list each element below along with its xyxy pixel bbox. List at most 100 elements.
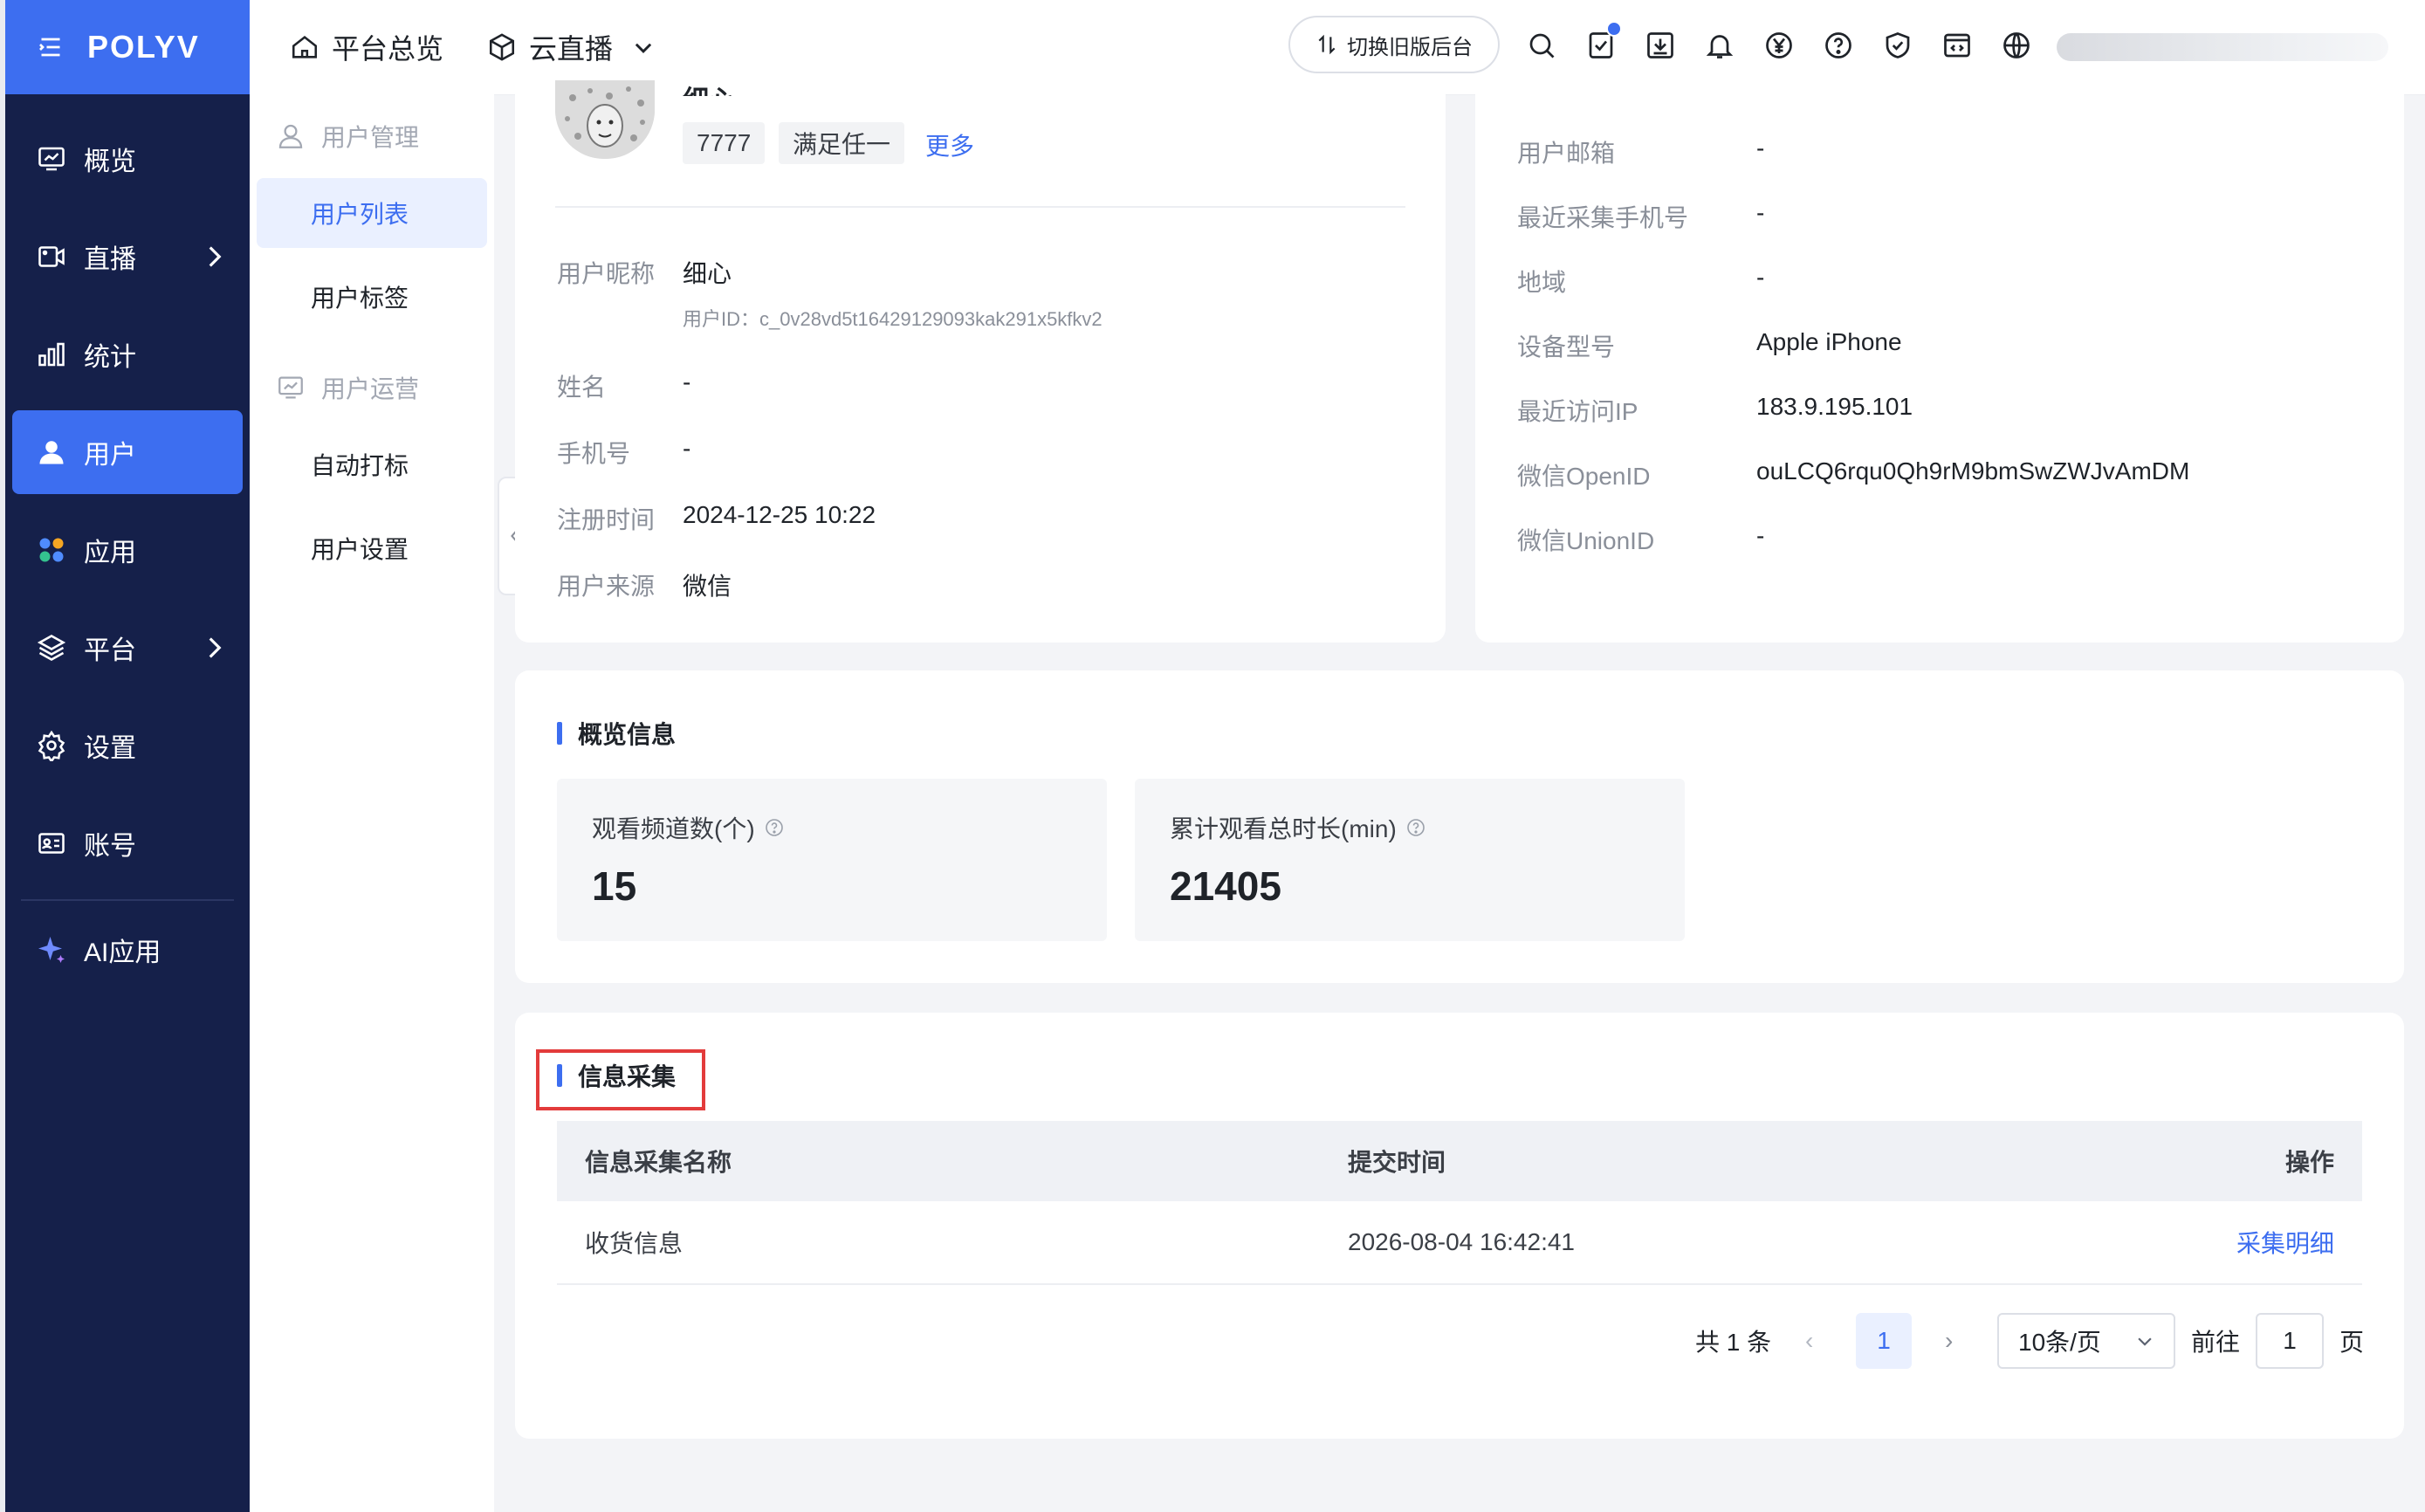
table-header: 信息采集名称 提交时间 操作 — [557, 1121, 2362, 1201]
nickname-label: 用户昵称 — [557, 260, 656, 287]
chevron-right-icon — [209, 637, 222, 658]
column-header-name: 信息采集名称 — [585, 1149, 732, 1176]
nav-item-user[interactable]: 用户 — [12, 410, 243, 494]
nav-label: 概览 — [84, 148, 136, 176]
switch-old-console-label: 切换旧版后台 — [1347, 35, 1473, 59]
search-icon[interactable] — [1526, 30, 1557, 61]
phone-label: 手机号 — [557, 440, 631, 467]
header-icon-group — [1526, 21, 2060, 61]
app-root: POLYV 概览 直播 统计 用户 应用 平台 设置 账号 AI应用 平台总览 … — [0, 0, 2425, 1512]
goto-page-input[interactable]: 1 — [2256, 1313, 2324, 1369]
account-menu-blurred[interactable] — [2057, 33, 2388, 61]
nav-item-live[interactable]: 直播 — [12, 215, 243, 299]
nav-label: 统计 — [84, 343, 136, 372]
nickname-value: 细心 — [683, 260, 732, 287]
nav-label: 用户 — [84, 441, 136, 470]
chevron-right-icon — [209, 246, 222, 267]
cube-icon — [489, 33, 515, 61]
register-time-label: 注册时间 — [557, 506, 656, 533]
subnav-item-user-settings[interactable]: 用户设置 — [257, 513, 487, 583]
nav-item-overview[interactable]: 概览 — [12, 117, 243, 201]
notification-dot — [1606, 21, 1622, 37]
subnav-group-user-operations: 用户运营 — [250, 346, 494, 430]
nav-item-account[interactable]: 账号 — [12, 801, 243, 885]
user-details-card — [1475, 94, 2404, 643]
nav-item-ai-apps[interactable]: AI应用 — [12, 908, 243, 992]
divider — [555, 206, 1405, 208]
user-id-value: c_0v28vd5t16429129093kak291x5kfkv2 — [759, 308, 1103, 330]
brand-logo[interactable]: POLYV — [87, 29, 200, 65]
ip-label: 最近访问IP — [1517, 398, 1638, 425]
phone-value: - — [683, 435, 691, 462]
nav-label: 设置 — [84, 734, 136, 763]
device-label: 设备型号 — [1517, 333, 1616, 361]
monitor-chart-icon — [278, 376, 303, 399]
collected-phone-label: 最近采集手机号 — [1517, 204, 1689, 231]
page-suffix-label: 页 — [2339, 1329, 2365, 1356]
video-camera-icon — [35, 240, 68, 273]
user-id-line: 用户ID：c_0v28vd5t16429129093kak291x5kfkv2 — [683, 304, 1103, 332]
subnav-item-label: 用户标签 — [311, 285, 409, 312]
subnav-item-user-list[interactable]: 用户列表 — [257, 178, 487, 248]
user-id-label: 用户ID： — [683, 308, 760, 330]
id-card-icon — [35, 827, 68, 860]
menu-icon[interactable] — [35, 31, 66, 63]
globe-icon[interactable] — [2001, 30, 2032, 61]
page-size-select[interactable]: 10条/页 — [1997, 1313, 2175, 1369]
real-name-value: - — [683, 368, 691, 395]
region-label: 地域 — [1517, 269, 1567, 296]
nav-label: 账号 — [84, 832, 136, 861]
collection-detail-link[interactable]: 采集明细 — [2236, 1225, 2334, 1260]
bell-icon[interactable] — [1704, 30, 1735, 61]
gear-icon — [35, 729, 68, 762]
download-icon[interactable] — [1645, 30, 1676, 61]
stat-label-row: 观看频道数(个) — [592, 810, 785, 845]
home-icon — [292, 36, 318, 58]
subnav-item-auto-tagging[interactable]: 自动打标 — [257, 430, 487, 499]
nav-item-settings[interactable]: 设置 — [12, 704, 243, 787]
logo-bar: POLYV — [5, 0, 250, 94]
chevron-down-icon — [635, 43, 652, 53]
user-icon — [35, 436, 68, 469]
primary-nav: 概览 直播 统计 用户 应用 平台 设置 账号 AI应用 — [5, 94, 250, 992]
shield-icon[interactable] — [1882, 30, 1913, 61]
subnav-group-user-management: 用户管理 — [250, 94, 494, 178]
subnav-item-label: 用户设置 — [311, 536, 409, 563]
title-accent-bar — [557, 722, 562, 745]
column-header-action: 操作 — [2284, 1149, 2334, 1176]
pagination-page-1[interactable]: 1 — [1856, 1313, 1912, 1369]
stat-label: 观看频道数(个) — [592, 815, 755, 842]
nav-item-apps[interactable]: 应用 — [12, 508, 243, 592]
primary-sidebar: POLYV 概览 直播 统计 用户 应用 平台 设置 账号 AI应用 — [0, 0, 250, 1512]
subnav-item-label: 用户列表 — [311, 201, 409, 228]
nav-item-platform[interactable]: 平台 — [12, 606, 243, 690]
stat-value: 21405 — [1170, 863, 1281, 909]
product-switcher[interactable]: 云直播 — [487, 27, 655, 67]
nav-divider — [21, 899, 234, 901]
question-circle-icon[interactable] — [764, 817, 785, 838]
pagination-next-button[interactable]: › — [1945, 1313, 1953, 1369]
subnav-item-user-tags[interactable]: 用户标签 — [257, 262, 487, 332]
question-circle-icon[interactable] — [1405, 817, 1426, 838]
chevron-down-icon — [2138, 1337, 2152, 1346]
subnav-group-label: 用户运营 — [321, 375, 420, 402]
code-window-icon[interactable] — [1941, 30, 1973, 61]
email-value: - — [1756, 134, 1765, 162]
stat-value: 15 — [592, 863, 637, 909]
more-tags-link[interactable]: 更多 — [925, 127, 974, 162]
openid-value: ouLCQ6rqu0Qh9rM9bmSwZWJvAmDM — [1756, 457, 2190, 485]
pagination-total: 共 1 条 — [1695, 1329, 1772, 1356]
task-icon[interactable] — [1585, 21, 1622, 61]
page-size-value: 10条/页 — [2018, 1329, 2101, 1356]
help-icon[interactable] — [1823, 30, 1854, 61]
openid-label: 微信OpenID — [1517, 463, 1651, 490]
platform-overview-link[interactable]: 平台总览 — [290, 27, 443, 67]
nav-label: 平台 — [84, 636, 136, 665]
switch-old-console-button[interactable]: 切换旧版后台 — [1288, 16, 1500, 73]
pagination-prev-button[interactable]: ‹ — [1805, 1313, 1813, 1369]
secondary-sidebar: 用户管理 用户列表 用户标签 用户运营 自动打标 用户设置 — [250, 94, 494, 1512]
nav-item-stats[interactable]: 统计 — [12, 313, 243, 396]
device-value: Apple iPhone — [1756, 328, 1902, 355]
register-time-value: 2024-12-25 10:22 — [683, 501, 876, 528]
yuan-icon[interactable] — [1763, 30, 1795, 61]
